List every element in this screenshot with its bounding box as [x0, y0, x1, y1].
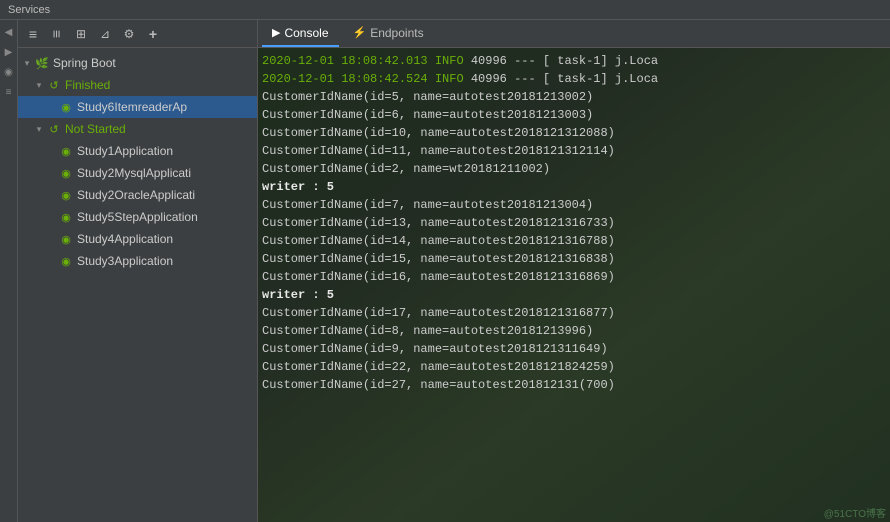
endpoints-tab-icon: ⚡	[353, 26, 367, 39]
not-started-label: Not Started	[65, 122, 126, 136]
edge-btn-4[interactable]: ≡	[1, 84, 17, 100]
study2mysql-icon: ◉	[58, 165, 74, 181]
arrow-study2oracle	[46, 190, 56, 200]
log-line-16: CustomerIdName(id=9, name=autotest201812…	[262, 340, 886, 358]
left-edge-panel: ◀ ▶ ◉ ≡	[0, 20, 18, 522]
sidebar-item-study6[interactable]: ◉ Study6ItemreaderAp	[18, 96, 257, 118]
arrow-study5step	[46, 212, 56, 222]
log-line-1: 2020-12-01 18:08:42.524 INFO 40996 --- […	[262, 70, 886, 88]
log-line-6: CustomerIdName(id=2, name=wt20181211002)	[262, 160, 886, 178]
console-tab-icon: ▶	[272, 26, 280, 39]
not-started-icon: ↺	[46, 121, 62, 137]
log-line-0: 2020-12-01 18:08:42.013 INFO 40996 --- […	[262, 52, 886, 70]
filter-button[interactable]: ⊿	[94, 24, 116, 44]
sidebar-item-study1[interactable]: ◉ Study1Application	[18, 140, 257, 162]
study4-icon: ◉	[58, 231, 74, 247]
study1-icon: ◉	[58, 143, 74, 159]
add-button[interactable]: +	[142, 24, 164, 44]
tab-bar: ▶ Console ⚡ Endpoints	[258, 20, 890, 48]
sidebar-toolbar: ≡ ≡ ⊞ ⊿ ⚙ +	[18, 20, 257, 48]
log-line-17: CustomerIdName(id=22, name=autotest20181…	[262, 358, 886, 376]
edge-btn-3[interactable]: ◉	[1, 64, 17, 80]
log-line-8: CustomerIdName(id=7, name=autotest201812…	[262, 196, 886, 214]
watermark: @51CTO博客	[824, 505, 886, 520]
study6-icon: ◉	[58, 99, 74, 115]
arrow-study2mysql	[46, 168, 56, 178]
finished-label: Finished	[65, 78, 110, 92]
study3-icon: ◉	[58, 253, 74, 269]
log-line-11: CustomerIdName(id=15, name=autotest20181…	[262, 250, 886, 268]
log-line-15: CustomerIdName(id=8, name=autotest201812…	[262, 322, 886, 340]
arrow-study3	[46, 256, 56, 266]
log-line-3: CustomerIdName(id=6, name=autotest201812…	[262, 106, 886, 124]
sidebar-item-study4[interactable]: ◉ Study4Application	[18, 228, 257, 250]
sidebar-tree: 🌿 Spring Boot ↺ Finished ◉ Study6Itemrea…	[18, 48, 257, 522]
log-line-10: CustomerIdName(id=14, name=autotest20181…	[262, 232, 886, 250]
log-line-12: CustomerIdName(id=16, name=autotest20181…	[262, 268, 886, 286]
study5step-icon: ◉	[58, 209, 74, 225]
settings-button[interactable]: ⚙	[118, 24, 140, 44]
expand-all-button[interactable]: ≡	[22, 24, 44, 44]
study1-label: Study1Application	[77, 144, 173, 158]
arrow-study6	[46, 102, 56, 112]
log-line-9: CustomerIdName(id=13, name=autotest20181…	[262, 214, 886, 232]
sidebar-item-study2oracle[interactable]: ◉ Study2OracleApplicati	[18, 184, 257, 206]
tab-console[interactable]: ▶ Console	[262, 20, 339, 47]
study6-label: Study6ItemreaderAp	[77, 100, 187, 114]
spring-icon: 🌿	[34, 55, 50, 71]
group-button[interactable]: ⊞	[70, 24, 92, 44]
sidebar-item-not-started[interactable]: ↺ Not Started	[18, 118, 257, 140]
spring-boot-label: Spring Boot	[53, 56, 116, 70]
log-line-18: CustomerIdName(id=27, name=autotest20181…	[262, 376, 886, 394]
title-label: Services	[8, 4, 50, 16]
console-lines-container: 2020-12-01 18:08:42.013 INFO 40996 --- […	[258, 50, 890, 396]
study4-label: Study4Application	[77, 232, 173, 246]
log-line-14: CustomerIdName(id=17, name=autotest20181…	[262, 304, 886, 322]
log-line-5: CustomerIdName(id=11, name=autotest20181…	[262, 142, 886, 160]
sidebar-item-spring-boot[interactable]: 🌿 Spring Boot	[18, 52, 257, 74]
arrow-spring-boot	[22, 58, 32, 68]
arrow-study1	[46, 146, 56, 156]
sidebar-item-study3[interactable]: ◉ Study3Application	[18, 250, 257, 272]
finished-icon: ↺	[46, 77, 62, 93]
right-panel: ▶ Console ⚡ Endpoints 2020-12-01 18:08:4…	[258, 20, 890, 522]
collapse-all-button[interactable]: ≡	[46, 24, 68, 44]
study2mysql-label: Study2MysqlApplicati	[77, 166, 191, 180]
study3-label: Study3Application	[77, 254, 173, 268]
log-line-2: CustomerIdName(id=5, name=autotest201812…	[262, 88, 886, 106]
study5step-label: Study5StepApplication	[77, 210, 198, 224]
log-line-7: writer : 5	[262, 178, 886, 196]
endpoints-tab-label: Endpoints	[370, 26, 423, 40]
sidebar-item-finished[interactable]: ↺ Finished	[18, 74, 257, 96]
sidebar-item-study2mysql[interactable]: ◉ Study2MysqlApplicati	[18, 162, 257, 184]
sidebar-item-study5step[interactable]: ◉ Study5StepApplication	[18, 206, 257, 228]
edge-btn-2[interactable]: ▶	[1, 44, 17, 60]
study2oracle-label: Study2OracleApplicati	[77, 188, 195, 202]
console-tab-label: Console	[284, 26, 328, 40]
edge-btn-1[interactable]: ◀	[1, 24, 17, 40]
study2oracle-icon: ◉	[58, 187, 74, 203]
log-line-13: writer : 5	[262, 286, 886, 304]
title-bar: Services	[0, 0, 890, 20]
arrow-study4	[46, 234, 56, 244]
arrow-not-started	[34, 124, 44, 134]
log-line-4: CustomerIdName(id=10, name=autotest20181…	[262, 124, 886, 142]
console-area[interactable]: 2020-12-01 18:08:42.013 INFO 40996 --- […	[258, 48, 890, 522]
arrow-finished	[34, 80, 44, 90]
tab-endpoints[interactable]: ⚡ Endpoints	[343, 20, 434, 47]
sidebar: ≡ ≡ ⊞ ⊿ ⚙ + 🌿 Spring Boot	[18, 20, 258, 522]
